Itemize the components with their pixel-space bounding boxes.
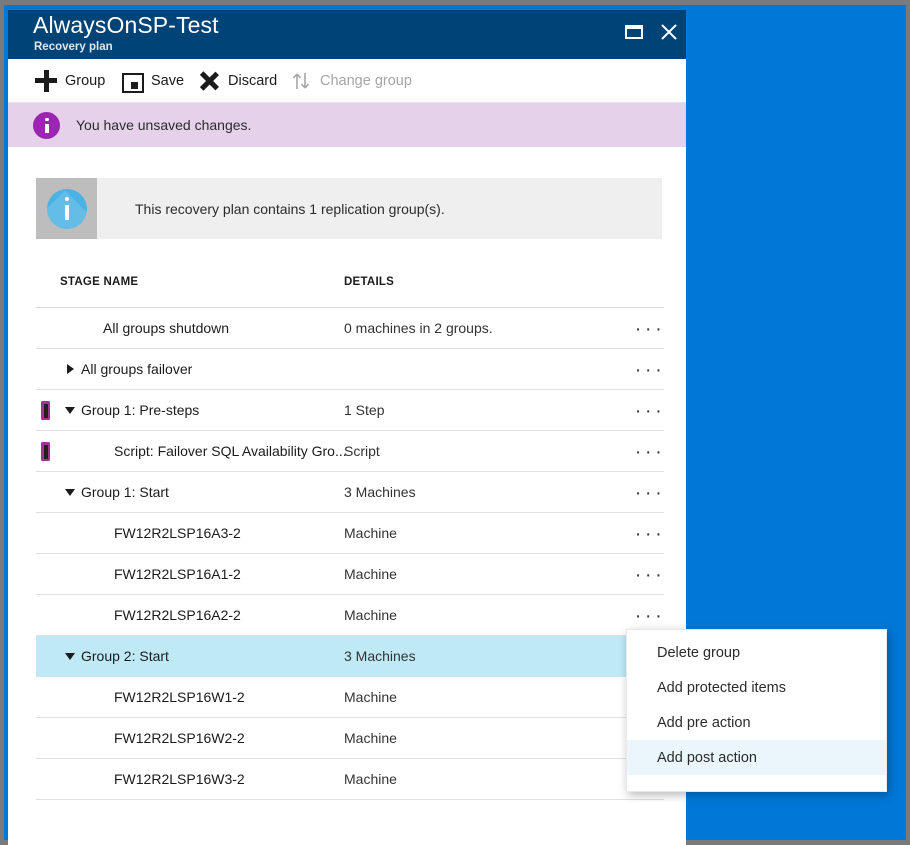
- window-title-bar: AlwaysOnSP-Test Recovery plan: [8, 10, 686, 59]
- table-row[interactable]: FW12R2LSP16W3-2Machine···: [36, 759, 664, 800]
- replication-group-infobox: This recovery plan contains 1 replicatio…: [36, 178, 662, 239]
- unsaved-changes-banner: You have unsaved changes.: [8, 103, 686, 147]
- plus-icon: [35, 69, 57, 92]
- add-group-label: Group: [65, 72, 106, 89]
- row-details: Machine: [344, 525, 397, 541]
- row-details: Machine: [344, 566, 397, 582]
- row-stage-name: FW12R2LSP16A1-2: [114, 566, 241, 582]
- table-header-row: STAGE NAME DETAILS: [36, 265, 664, 308]
- row-stage-name: All groups shutdown: [103, 320, 230, 336]
- page-title: AlwaysOnSP-Test: [33, 12, 219, 38]
- row-stage-name: FW12R2LSP16A2-2: [114, 607, 241, 623]
- chevron-down-icon[interactable]: [65, 489, 75, 496]
- banner-text: You have unsaved changes.: [76, 117, 252, 133]
- pre-step-marker-icon: [41, 401, 50, 420]
- column-header-stage-name: STAGE NAME: [60, 276, 139, 288]
- command-bar: Group Save Discard Change group: [8, 59, 686, 103]
- context-menu-item[interactable]: Delete group: [627, 635, 886, 670]
- save-icon: [121, 70, 144, 93]
- recovery-plan-blade: AlwaysOnSP-Test Recovery plan Group Save…: [8, 10, 686, 845]
- stages-table: STAGE NAME DETAILS All groups shutdown 0 …: [36, 265, 664, 800]
- context-menu-item[interactable]: Add protected items: [627, 670, 886, 705]
- row-details: Script: [344, 443, 380, 459]
- row-overflow-menu-button[interactable]: ···: [628, 358, 672, 382]
- row-details: Machine: [344, 607, 397, 623]
- row-overflow-menu-button[interactable]: ···: [628, 399, 672, 423]
- desktop-background: AlwaysOnSP-Test Recovery plan Group Save…: [0, 0, 910, 845]
- table-row[interactable]: Group 1: Start 3 Machines ···: [36, 472, 664, 513]
- group-context-menu: Delete group Add protected items Add pre a…: [626, 629, 887, 792]
- table-row[interactable]: Group 2: Start3 Machines···: [36, 636, 664, 677]
- table-row[interactable]: FW12R2LSP16W1-2Machine···: [36, 677, 664, 718]
- row-details: Machine: [344, 771, 397, 787]
- chevron-right-icon[interactable]: [67, 364, 74, 374]
- info-icon-dot: [64, 196, 69, 201]
- chevron-down-icon[interactable]: [65, 653, 75, 660]
- row-overflow-menu-button[interactable]: ···: [628, 317, 672, 341]
- table-row[interactable]: All groups shutdown 0 machines in 2 group…: [36, 308, 664, 349]
- pre-step-marker-icon: [41, 442, 50, 461]
- save-button[interactable]: Save: [121, 59, 184, 102]
- close-icon: [661, 24, 677, 40]
- context-menu-item[interactable]: Add post action: [627, 740, 886, 775]
- row-stage-name: FW12R2LSP16W3-2: [114, 771, 245, 787]
- add-group-button[interactable]: Group: [35, 59, 105, 102]
- chevron-down-icon[interactable]: [65, 407, 75, 414]
- table-row[interactable]: FW12R2LSP16A2-2 Machine ···: [36, 595, 664, 636]
- row-details: 1 Step: [344, 402, 385, 418]
- restore-icon: [625, 25, 643, 39]
- row-stage-name: Group 2: Start: [81, 648, 169, 664]
- row-overflow-menu-button[interactable]: ···: [628, 604, 672, 628]
- table-row[interactable]: Script: Failover SQL Availability Gro...…: [36, 431, 664, 472]
- context-menu-item[interactable]: Add pre action: [627, 705, 886, 740]
- row-details: Machine: [344, 730, 397, 746]
- change-group-label: Change group: [320, 72, 412, 89]
- row-overflow-menu-button[interactable]: ···: [628, 522, 672, 546]
- row-details: 0 machines in 2 groups.: [344, 320, 493, 336]
- table-body: All groups shutdown 0 machines in 2 group…: [36, 308, 664, 800]
- info-icon-stem: [64, 204, 69, 220]
- row-details: 3 Machines: [344, 484, 416, 500]
- table-row[interactable]: FW12R2LSP16A1-2 Machine ···: [36, 554, 664, 595]
- info-icon: [33, 111, 60, 139]
- x-icon: [198, 70, 220, 92]
- row-details: Machine: [344, 689, 397, 705]
- row-stage-name: FW12R2LSP16W2-2: [114, 730, 245, 746]
- row-details: 3 Machines: [344, 648, 416, 664]
- row-overflow-menu-button[interactable]: ···: [628, 440, 672, 464]
- page-subtitle: Recovery plan: [34, 41, 113, 53]
- discard-label: Discard: [228, 72, 278, 89]
- row-stage-name: FW12R2LSP16A3-2: [114, 525, 241, 541]
- row-stage-name: All groups failover: [81, 361, 193, 377]
- row-stage-name: Group 1: Start: [81, 484, 169, 500]
- column-header-details: DETAILS: [344, 276, 395, 288]
- row-overflow-menu-button[interactable]: ···: [628, 481, 672, 505]
- swap-arrows-icon: [290, 70, 312, 92]
- save-label: Save: [151, 72, 185, 89]
- table-row[interactable]: FW12R2LSP16W2-2Machine···: [36, 718, 664, 759]
- change-group-button: Change group: [290, 59, 412, 102]
- infobox-text: This recovery plan contains 1 replicatio…: [135, 200, 445, 217]
- close-window-button[interactable]: [656, 19, 682, 45]
- restore-window-button[interactable]: [621, 19, 647, 45]
- table-row[interactable]: Group 1: Pre-steps 1 Step ···: [36, 390, 664, 431]
- row-overflow-menu-button[interactable]: ···: [628, 563, 672, 587]
- discard-button[interactable]: Discard: [198, 59, 277, 102]
- table-row[interactable]: All groups failover ···: [36, 349, 664, 390]
- infobox-icon-wrap: [36, 178, 97, 239]
- row-stage-name: Group 1: Pre-steps: [81, 402, 200, 418]
- info-icon: [46, 188, 87, 229]
- row-stage-name: FW12R2LSP16W1-2: [114, 689, 245, 705]
- table-row[interactable]: FW12R2LSP16A3-2 Machine ···: [36, 513, 664, 554]
- row-stage-name: Script: Failover SQL Availability Gro...: [114, 443, 347, 459]
